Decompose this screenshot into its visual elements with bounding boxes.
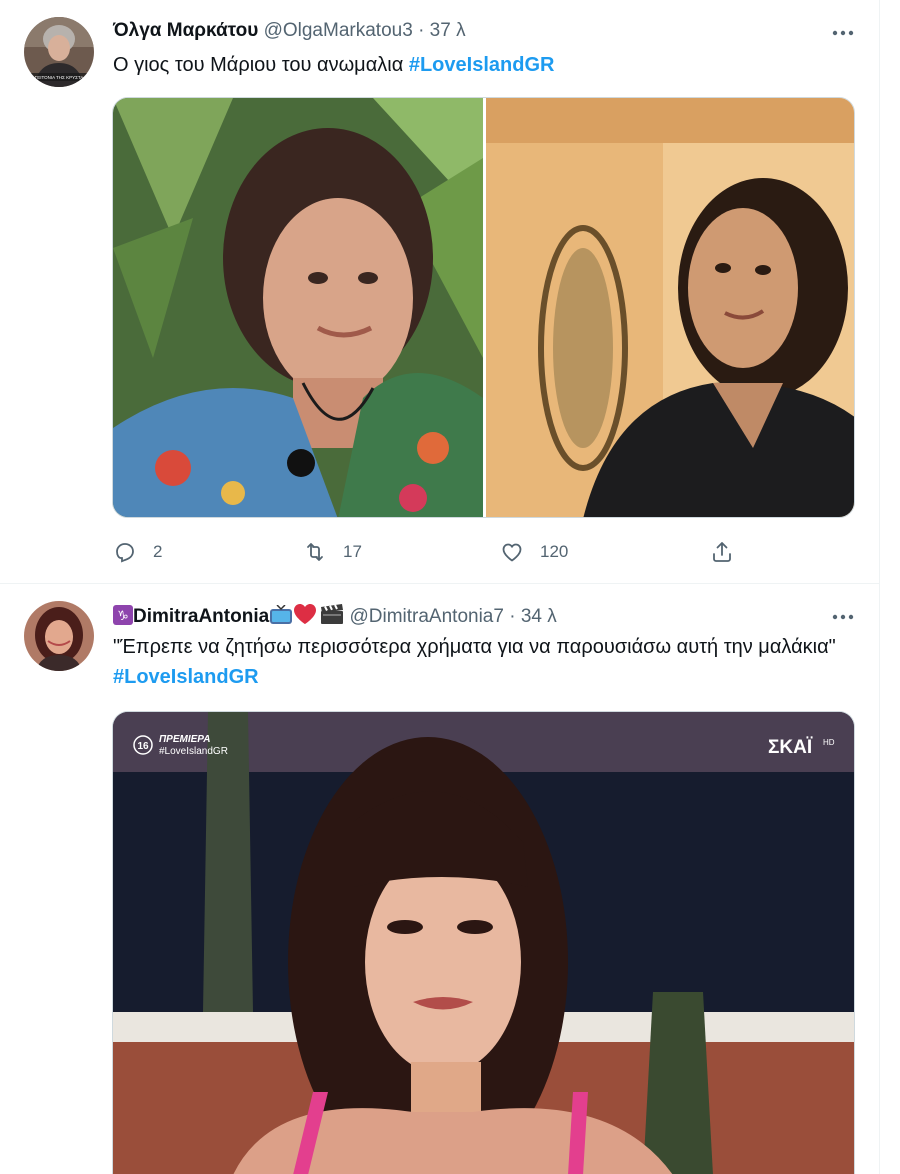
avatar-caption: ΓΕΙΤΟΝΙΑ ΤΗΣ ΚΡΥΣΤΑ [35,75,84,80]
media-photos [113,98,854,517]
reply-icon [116,543,134,563]
clapperboard-icon [320,603,344,633]
tweet-header: ♑ DimitraAntonia @DimitraAntonia7 · 34 λ [113,603,557,633]
hd-label: HD [823,738,835,747]
author-name[interactable]: DimitraAntonia [133,606,269,627]
more-icon[interactable] [830,20,856,46]
tweet-actions: 2 17 120 [113,537,733,567]
tweet-text: "Έπρεπε να ζητήσω περισσότερα χρήματα γι… [113,632,853,692]
reply-count: 2 [153,542,163,561]
premiere-label: ΠΡΕΜΙΕΡΑ [159,734,210,745]
share-button[interactable] [710,537,734,567]
overlay-hashtag: #LoveIslandGR [159,746,228,757]
tv-icon [269,604,293,633]
tweet-media[interactable] [112,97,855,518]
tweet-text-body: "Έπρεπε να ζητήσω περισσότερα χρήματα γι… [113,636,836,658]
like-button[interactable]: 120 [500,537,568,567]
heart-icon [293,603,317,633]
hashtag-link[interactable]: #LoveIslandGR [409,54,555,76]
separator: · [509,606,516,627]
timeline: ΓΕΙΤΟΝΙΑ ΤΗΣ ΚΡΥΣΤΑ Όλγα Μαρκάτου @OlgaM… [0,0,880,1174]
like-count: 120 [540,542,569,561]
rating-badge: 16 [137,741,149,752]
author-name[interactable]: Όλγα Μαρκάτου [113,20,258,41]
reply-button[interactable]: 2 [113,537,162,567]
more-icon[interactable] [830,604,856,630]
like-icon [502,543,522,562]
avatar[interactable] [24,601,94,671]
video-frame: 16 ΠΡΕΜΙΕΡΑ #LoveIslandGR ΣΚΑΪ HD [113,712,854,1174]
timestamp[interactable]: 37 λ [430,20,466,41]
tweet-text: Ο γιος του Μάριου του ανωμαλια #LoveIsla… [113,50,853,80]
hashtag-link[interactable]: #LoveIslandGR [113,666,259,688]
retweet-icon [307,543,323,561]
retweet-count: 17 [343,542,362,561]
channel-logo: ΣΚΑΪ [768,737,813,758]
tweet-video[interactable]: 16 ΠΡΕΜΙΕΡΑ #LoveIslandGR ΣΚΑΪ HD [112,711,855,1174]
tweet-header: Όλγα Μαρκάτου @OlgaMarkatou3 · 37 λ [113,18,466,44]
tweet[interactable]: ΓΕΙΤΟΝΙΑ ΤΗΣ ΚΡΥΣΤΑ Όλγα Μαρκάτου @OlgaM… [0,0,880,584]
author-handle[interactable]: @OlgaMarkatou3 [264,20,413,41]
capricorn-glyph: ♑ [117,609,129,624]
author-handle[interactable]: @DimitraAntonia7 [349,606,503,627]
timestamp[interactable]: 34 λ [521,606,557,627]
retweet-button[interactable]: 17 [303,537,362,567]
separator: · [418,20,425,41]
share-icon [713,542,731,562]
tweet[interactable]: ♑ DimitraAntonia @DimitraAntonia7 · 34 λ… [0,584,880,1174]
avatar[interactable]: ΓΕΙΤΟΝΙΑ ΤΗΣ ΚΡΥΣΤΑ [24,17,94,87]
capricorn-emoji: ♑ [113,605,133,633]
tweet-text-body: Ο γιος του Μάριου του ανωμαλια [113,54,409,76]
